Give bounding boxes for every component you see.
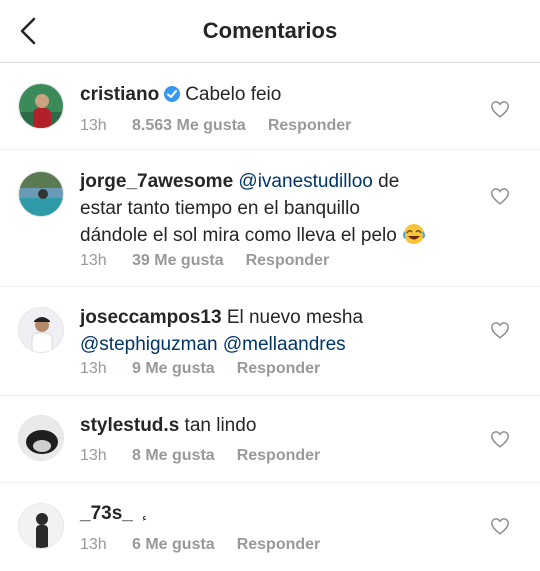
comment-meta: 13h 39 Me gusta Responder — [80, 252, 329, 270]
comment-meta: 13h 9 Me gusta Responder — [80, 360, 320, 378]
comment-text-line: estar tanto tiempo en el banquillo — [80, 198, 360, 219]
comment-meta: 13h 8 Me gusta Responder — [80, 447, 320, 465]
comment-text: El nuevo mesha — [226, 307, 364, 328]
heart-icon[interactable] — [490, 187, 510, 205]
page-title: Comentarios — [202, 18, 338, 43]
comment-username[interactable]: jorge_7awesome — [80, 171, 233, 192]
header-bar: Comentarios — [0, 0, 540, 63]
avatar[interactable] — [18, 503, 64, 549]
reply-button[interactable]: Responder — [237, 536, 321, 554]
comment-username[interactable]: joseccampos13 — [80, 307, 222, 328]
avatar[interactable] — [18, 171, 64, 217]
comment-likes[interactable]: 8 Me gusta — [132, 447, 215, 465]
comment-body: _73s_ ‬ء — [80, 500, 478, 532]
laughing-emoji-icon — [402, 223, 426, 253]
comment-meta: 13h 6 Me gusta Responder — [80, 536, 320, 554]
comment-username[interactable]: cristiano — [80, 84, 159, 105]
avatar[interactable] — [18, 83, 64, 129]
heart-icon[interactable] — [490, 430, 510, 448]
heart-icon[interactable] — [490, 321, 510, 339]
comment-meta: 13h 8.563 Me gusta Responder — [80, 117, 351, 135]
comment-mention[interactable]: @ivanestudilloo — [238, 171, 372, 192]
reply-button[interactable]: Responder — [246, 252, 330, 270]
comment-item: stylestud.s tan lindo 13h 8 Me gusta Res… — [0, 396, 540, 483]
comment-body: joseccampos13 El nuevo mesha @stephiguzm… — [80, 304, 478, 358]
comment-likes[interactable]: 6 Me gusta — [132, 536, 215, 554]
comment-likes[interactable]: 39 Me gusta — [132, 252, 224, 270]
comment-time: 13h — [80, 252, 107, 269]
comment-time: 13h — [80, 360, 107, 377]
comment-mention[interactable]: @mellaandres — [223, 334, 346, 355]
comment-body: cristiano Cabelo feio — [80, 81, 478, 111]
reply-button[interactable]: Responder — [237, 447, 321, 465]
back-button[interactable] — [10, 13, 46, 49]
comment-body: stylestud.s tan lindo — [80, 412, 478, 439]
avatar[interactable] — [18, 307, 64, 353]
comment-username[interactable]: _73s_ — [80, 503, 133, 524]
small-symbol: ء — [142, 513, 147, 524]
comment-likes[interactable]: 9 Me gusta — [132, 360, 215, 378]
comment-time: 13h — [80, 536, 107, 553]
chevron-left-icon — [20, 17, 36, 45]
comment-item: cristiano Cabelo feio 13h 8.563 Me gusta … — [0, 63, 540, 150]
comment-username[interactable]: stylestud.s — [80, 415, 179, 436]
avatar[interactable] — [18, 415, 64, 461]
comment-text: tan lindo — [184, 415, 257, 436]
comment-text: Cabelo feio — [185, 84, 282, 105]
comment-text: de — [372, 171, 400, 192]
verified-badge-icon — [163, 84, 181, 111]
heart-icon[interactable] — [490, 100, 510, 118]
comment-likes[interactable]: 8.563 Me gusta — [132, 117, 246, 135]
comment-text-line: dándole el sol mira como lleva el pelo — [80, 225, 397, 246]
comment-item: jorge_7awesome @ivanestudilloo de estar … — [0, 150, 540, 287]
heart-icon[interactable] — [490, 517, 510, 535]
comment-item: joseccampos13 El nuevo mesha @stephiguzm… — [0, 287, 540, 396]
comment-time: 13h — [80, 117, 107, 134]
comment-body: jorge_7awesome @ivanestudilloo de estar … — [80, 168, 478, 253]
comment-mention[interactable]: @stephiguzman — [80, 334, 218, 355]
comment-time: 13h — [80, 447, 107, 464]
comment-item: _73s_ ‬ء 13h 6 Me gusta Responder — [0, 483, 540, 571]
reply-button[interactable]: Responder — [268, 117, 352, 135]
reply-button[interactable]: Responder — [237, 360, 321, 378]
